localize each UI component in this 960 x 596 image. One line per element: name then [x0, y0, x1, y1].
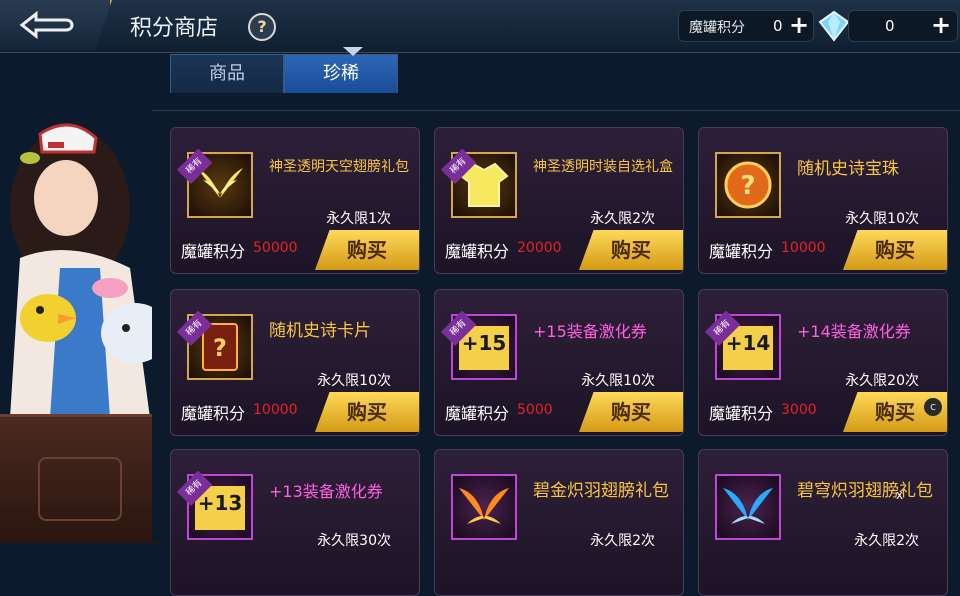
shop-item-card: +15 稀有 +15装备激化券 永久限10次 魔罐积分 5000 购买 [434, 289, 684, 436]
add-diamond-button[interactable]: + [929, 13, 953, 37]
purchase-limit: 永久限10次 [317, 373, 391, 389]
shop-item-card: 碧金炽羽翅膀礼包 永久限2次 [434, 449, 684, 596]
item-name: 随机史诗宝珠 [797, 159, 899, 179]
purchase-limit: 永久限2次 [590, 533, 655, 549]
item-name: 随机史诗卡片 [269, 321, 371, 341]
purchase-limit: 永久限10次 [581, 373, 655, 389]
page-title: 积分商店 [130, 16, 219, 41]
desk [0, 414, 160, 543]
item-price: 3000 [781, 402, 817, 418]
buy-button[interactable]: 购买 [843, 230, 947, 270]
item-icon-frame[interactable] [451, 474, 517, 540]
price-label: 魔罐积分 [181, 242, 246, 261]
item-icon-frame[interactable]: +13 稀有 [176, 470, 253, 540]
purchase-limit: 永久限20次 [845, 373, 919, 389]
item-name: 神圣透明天空翅膀礼包 [269, 159, 409, 175]
shop-item-card: ? 稀有 随机史诗卡片 永久限10次 魔罐积分 10000 购买 [170, 289, 420, 436]
item-icon-frame[interactable]: 稀有 [440, 148, 517, 218]
purchase-limit: 永久限30次 [317, 533, 391, 549]
diamond-icon [818, 10, 850, 42]
purchase-limit: 永久限2次 [590, 211, 655, 227]
tab-indicator-icon [343, 47, 363, 56]
add-magic-points-button[interactable]: + [787, 13, 811, 37]
item-icon-frame[interactable]: ? [715, 152, 781, 218]
back-arrow-icon [19, 10, 74, 40]
shop-item-card: 稀有 神圣透明天空翅膀礼包 永久限1次 魔罐积分 50000 购买 [170, 127, 420, 274]
tab-rare-label: 珍稀 [323, 63, 359, 84]
back-button[interactable] [0, 0, 112, 50]
overlay-c-button[interactable]: c [924, 398, 942, 416]
desk-ornament [38, 457, 122, 521]
item-name: +15装备激化券 [533, 322, 647, 341]
item-name: 碧穹炽羽翅膀礼包 [797, 481, 933, 501]
shop-item-card: +13 稀有 +13装备激化券 永久限30次 [170, 449, 420, 596]
item-price: 10000 [253, 402, 298, 418]
item-icon-frame[interactable]: +15 稀有 [440, 310, 517, 380]
tab-rare[interactable]: 珍稀 [284, 47, 398, 93]
svg-text:?: ? [740, 171, 755, 201]
shop-item-card: +14 稀有 +14装备激化券 永久限20次 魔罐积分 3000 购买 [698, 289, 948, 436]
item-icon-frame[interactable]: ? 稀有 [176, 310, 253, 380]
buy-button[interactable]: 购买 [315, 392, 419, 432]
overlay-close-icon[interactable]: x [896, 488, 903, 502]
item-price: 10000 [781, 240, 826, 256]
purchase-limit: 永久限10次 [845, 211, 919, 227]
shop-item-card: 稀有 神圣透明时装自选礼盒 永久限2次 魔罐积分 20000 购买 [434, 127, 684, 274]
magic-points-value: 0 [773, 17, 783, 35]
item-price: 50000 [253, 240, 298, 256]
item-name: +13装备激化券 [269, 482, 383, 501]
svg-text:+15: +15 [462, 331, 507, 355]
price-label: 魔罐积分 [709, 242, 774, 261]
item-name: +14装备激化券 [797, 322, 911, 341]
price-label: 魔罐积分 [445, 404, 510, 423]
item-name: 神圣透明时装自选礼盒 [533, 159, 673, 175]
diamond-value: 0 [885, 17, 895, 35]
item-price: 20000 [517, 240, 562, 256]
purchase-limit: 永久限1次 [326, 211, 391, 227]
buy-button[interactable]: 购买 [315, 230, 419, 270]
buy-button[interactable]: 购买 [579, 392, 683, 432]
price-label: 魔罐积分 [709, 404, 774, 423]
orb-icon: ? [724, 161, 772, 209]
magic-points-display: 魔罐积分 0 + [678, 10, 814, 42]
magic-points-label: 魔罐积分 [689, 20, 745, 36]
svg-text:?: ? [213, 334, 227, 362]
shop-item-card: ? 随机史诗宝珠 永久限10次 魔罐积分 10000 购买 [698, 127, 948, 274]
purchase-limit: 永久限2次 [854, 533, 919, 549]
top-bar: 积分商店 ? 魔罐积分 0 + 0 + [0, 0, 960, 53]
tab-goods[interactable]: 商品 [170, 54, 284, 93]
item-icon-frame[interactable] [715, 474, 781, 540]
item-icon-frame[interactable]: +14 稀有 [704, 310, 781, 380]
item-price: 5000 [517, 402, 553, 418]
price-label: 魔罐积分 [445, 242, 510, 261]
svg-text:+13: +13 [198, 491, 243, 515]
diamond-display: 0 + [848, 10, 958, 42]
svg-text:+14: +14 [726, 331, 771, 355]
price-label: 魔罐积分 [181, 404, 246, 423]
help-icon[interactable]: ? [248, 13, 276, 41]
item-icon-frame[interactable]: 稀有 [176, 148, 253, 218]
gold-wings-icon [459, 488, 509, 524]
item-panel: 稀有 神圣透明天空翅膀礼包 永久限1次 魔罐积分 50000 购买 稀有 神圣透… [152, 110, 960, 596]
shop-item-card: 碧穹炽羽翅膀礼包 永久限2次 [698, 449, 948, 596]
blue-wings-icon [723, 488, 773, 524]
buy-button[interactable]: 购买 [579, 230, 683, 270]
item-name: 碧金炽羽翅膀礼包 [533, 481, 669, 501]
